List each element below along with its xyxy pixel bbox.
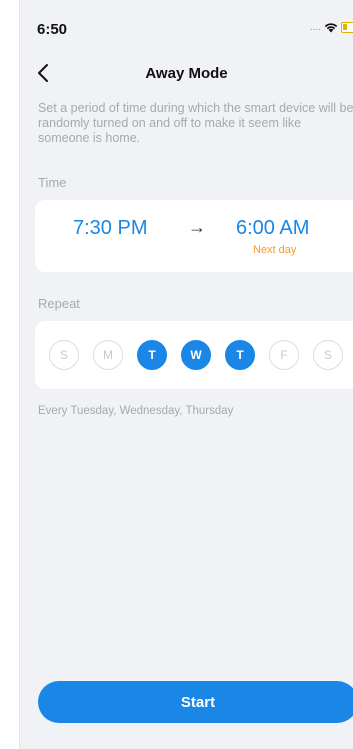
time-section-label: Time — [38, 175, 67, 190]
description-text: Set a period of time during which the sm… — [38, 101, 353, 145]
status-indicators: .... — [310, 22, 353, 33]
status-time: 6:50 — [37, 21, 68, 38]
status-bar: 6:50 .... — [20, 0, 353, 44]
day-toggle-monday[interactable]: M — [93, 340, 123, 370]
signal-icon: .... — [309, 21, 321, 33]
arrow-right-icon: → — [188, 217, 206, 237]
page-title: Away Mode — [145, 65, 228, 82]
day-toggle-tuesday[interactable]: T — [137, 340, 167, 370]
end-time-value[interactable]: 6:00 AM — [236, 217, 309, 240]
navigation-bar: Away Mode — [20, 55, 353, 91]
time-card: 7:30 PM → 6:00 AM Next day — [35, 200, 353, 272]
day-selector: S M T W T F S — [49, 340, 343, 370]
day-toggle-friday[interactable]: F — [269, 340, 299, 370]
start-button[interactable]: Start — [38, 681, 353, 723]
repeat-summary: Every Tuesday, Wednesday, Thursday — [38, 405, 234, 417]
repeat-card: S M T W T F S — [35, 321, 353, 389]
day-toggle-saturday[interactable]: S — [313, 340, 343, 370]
away-mode-screen: 6:50 .... Away Mode Set a period of time… — [20, 0, 353, 749]
day-toggle-thursday[interactable]: T — [225, 340, 255, 370]
next-day-note: Next day — [253, 244, 297, 256]
day-toggle-sunday[interactable]: S — [49, 340, 79, 370]
day-toggle-wednesday[interactable]: W — [181, 340, 211, 370]
repeat-section-label: Repeat — [38, 296, 80, 311]
battery-icon — [341, 22, 353, 33]
start-time-value[interactable]: 7:30 PM — [73, 217, 147, 240]
wifi-icon — [324, 23, 338, 33]
